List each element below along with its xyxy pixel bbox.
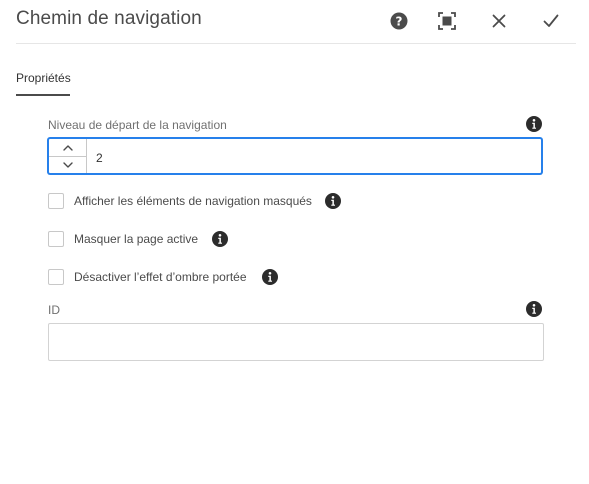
id-input[interactable]: [48, 323, 544, 361]
info-icon[interactable]: [262, 269, 278, 285]
check-icon: [543, 14, 559, 27]
chevron-up-icon: [62, 144, 73, 151]
hide-current-label[interactable]: Masquer la page active: [74, 232, 198, 246]
show-hidden-checkbox[interactable]: [48, 193, 64, 209]
help-button[interactable]: ?: [386, 8, 412, 34]
header-divider: [16, 43, 576, 44]
chevron-down-icon: [62, 161, 73, 168]
decrement-button[interactable]: [49, 156, 86, 173]
fullscreen-icon: [438, 12, 456, 30]
info-icon[interactable]: [526, 301, 542, 317]
info-icon[interactable]: [526, 116, 542, 132]
stepper-buttons: [49, 139, 87, 173]
increment-button[interactable]: [49, 139, 86, 157]
fullscreen-button[interactable]: [434, 8, 460, 34]
info-icon[interactable]: [212, 231, 228, 247]
help-icon: ?: [390, 12, 408, 30]
tab-selected-indicator: [16, 94, 70, 96]
dialog-header: Chemin de navigation ?: [0, 0, 589, 44]
close-icon: [492, 14, 506, 28]
id-label: ID: [48, 303, 60, 317]
start-level-label: Niveau de départ de la navigation: [48, 118, 227, 132]
info-icon[interactable]: [325, 193, 341, 209]
show-hidden-label[interactable]: Afficher les éléments de navigation masq…: [74, 194, 312, 208]
svg-text:?: ?: [396, 14, 403, 28]
disable-shadow-label[interactable]: Désactiver l’effet d’ombre portée: [74, 270, 247, 284]
dialog-title: Chemin de navigation: [16, 8, 202, 29]
tab-properties[interactable]: Propriétés: [16, 71, 71, 85]
start-level-stepper[interactable]: 2: [48, 138, 542, 174]
close-button[interactable]: [486, 8, 512, 34]
hide-current-checkbox[interactable]: [48, 231, 64, 247]
disable-shadow-checkbox[interactable]: [48, 269, 64, 285]
confirm-button[interactable]: [538, 8, 564, 34]
start-level-value[interactable]: 2: [96, 151, 103, 165]
